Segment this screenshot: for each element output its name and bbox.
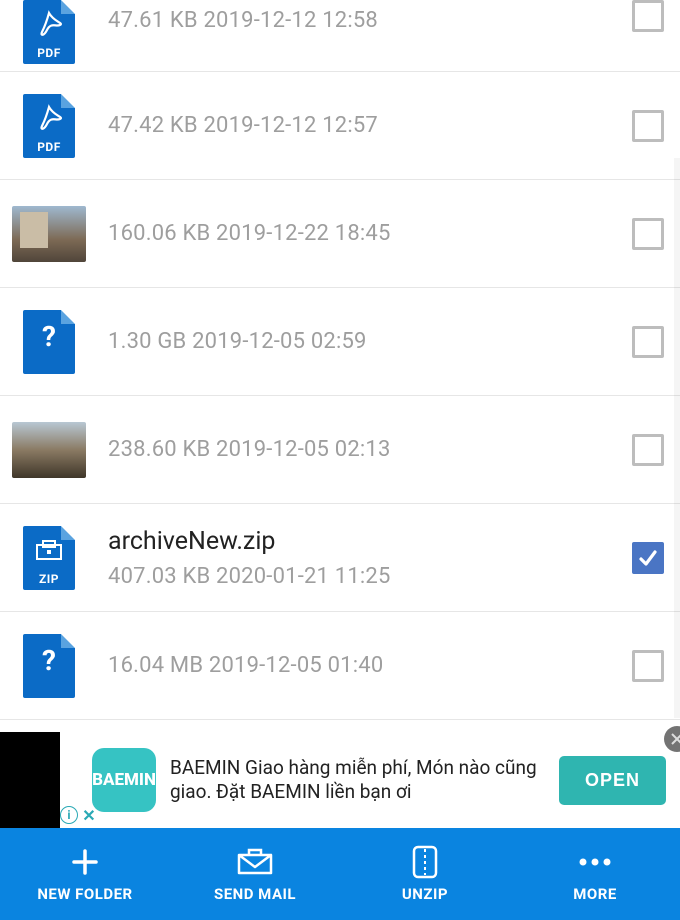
file-meta: 47.61 KB 2019-12-12 12:58: [108, 8, 620, 33]
ad-info-icon[interactable]: i: [60, 806, 78, 824]
plus-icon: [70, 845, 100, 879]
mail-icon: [236, 845, 274, 879]
ad-text: BAEMIN Giao hàng miễn phí, Món nào cũng …: [170, 756, 559, 804]
pdf-file-icon: PDF: [23, 0, 75, 64]
file-checkbox[interactable]: [632, 0, 664, 32]
file-meta: 407.03 KB 2020-01-21 11:25: [108, 564, 620, 589]
file-checkbox[interactable]: [632, 542, 664, 574]
file-row[interactable]: PDF 47.61 KB 2019-12-12 12:58: [0, 0, 680, 72]
file-row[interactable]: ? 1.30 GB 2019-12-05 02:59: [0, 288, 680, 396]
file-row[interactable]: PDF 47.42 KB 2019-12-12 12:57: [0, 72, 680, 180]
ad-attribution[interactable]: i ✕: [60, 806, 98, 824]
scrollbar-track[interactable]: [674, 158, 680, 718]
unzip-icon: [412, 845, 438, 879]
more-button[interactable]: MORE: [510, 828, 680, 920]
ad-close-button[interactable]: [664, 726, 680, 752]
file-meta: 47.42 KB 2019-12-12 12:57: [108, 113, 620, 138]
unknown-file-icon: ?: [23, 310, 75, 374]
ad-open-button[interactable]: OPEN: [559, 756, 666, 805]
file-row[interactable]: ? 16.04 MB 2019-12-05 01:40: [0, 612, 680, 720]
new-folder-label: NEW FOLDER: [37, 885, 132, 903]
file-checkbox[interactable]: [632, 110, 664, 142]
bottom-action-bar: NEW FOLDER SEND MAIL UNZIP MORE: [0, 828, 680, 920]
ad-logo[interactable]: BAEMIN: [92, 748, 156, 812]
image-thumbnail: [12, 422, 86, 478]
file-meta: 1.30 GB 2019-12-05 02:59: [108, 329, 620, 354]
file-meta: 238.60 KB 2019-12-05 02:13: [108, 437, 620, 462]
new-folder-button[interactable]: NEW FOLDER: [0, 828, 170, 920]
file-checkbox[interactable]: [632, 326, 664, 358]
file-row[interactable]: ZIP archiveNew.zip 407.03 KB 2020-01-21 11…: [0, 504, 680, 612]
more-label: MORE: [573, 885, 617, 903]
unzip-label: UNZIP: [402, 885, 448, 903]
ad-banner: i ✕ BAEMIN BAEMIN Giao hàng miễn phí, Mó…: [0, 732, 680, 828]
file-checkbox[interactable]: [632, 218, 664, 250]
zip-file-icon: ZIP: [23, 526, 75, 590]
file-row[interactable]: 160.06 KB 2019-12-22 18:45: [0, 180, 680, 288]
file-checkbox[interactable]: [632, 434, 664, 466]
unzip-button[interactable]: UNZIP: [340, 828, 510, 920]
file-meta: 16.04 MB 2019-12-05 01:40: [108, 653, 620, 678]
file-row[interactable]: 238.60 KB 2019-12-05 02:13: [0, 396, 680, 504]
image-thumbnail: [12, 206, 86, 262]
file-list: PDF 47.61 KB 2019-12-12 12:58 PDF 47.42 KB …: [0, 0, 680, 720]
send-mail-button[interactable]: SEND MAIL: [170, 828, 340, 920]
ad-dismiss-icon[interactable]: ✕: [80, 806, 98, 824]
file-checkbox[interactable]: [632, 650, 664, 682]
more-icon: [575, 845, 615, 879]
pdf-file-icon: PDF: [23, 94, 75, 158]
file-meta: 160.06 KB 2019-12-22 18:45: [108, 221, 620, 246]
unknown-file-icon: ?: [23, 634, 75, 698]
file-name: archiveNew.zip: [108, 527, 620, 556]
send-mail-label: SEND MAIL: [214, 885, 296, 903]
